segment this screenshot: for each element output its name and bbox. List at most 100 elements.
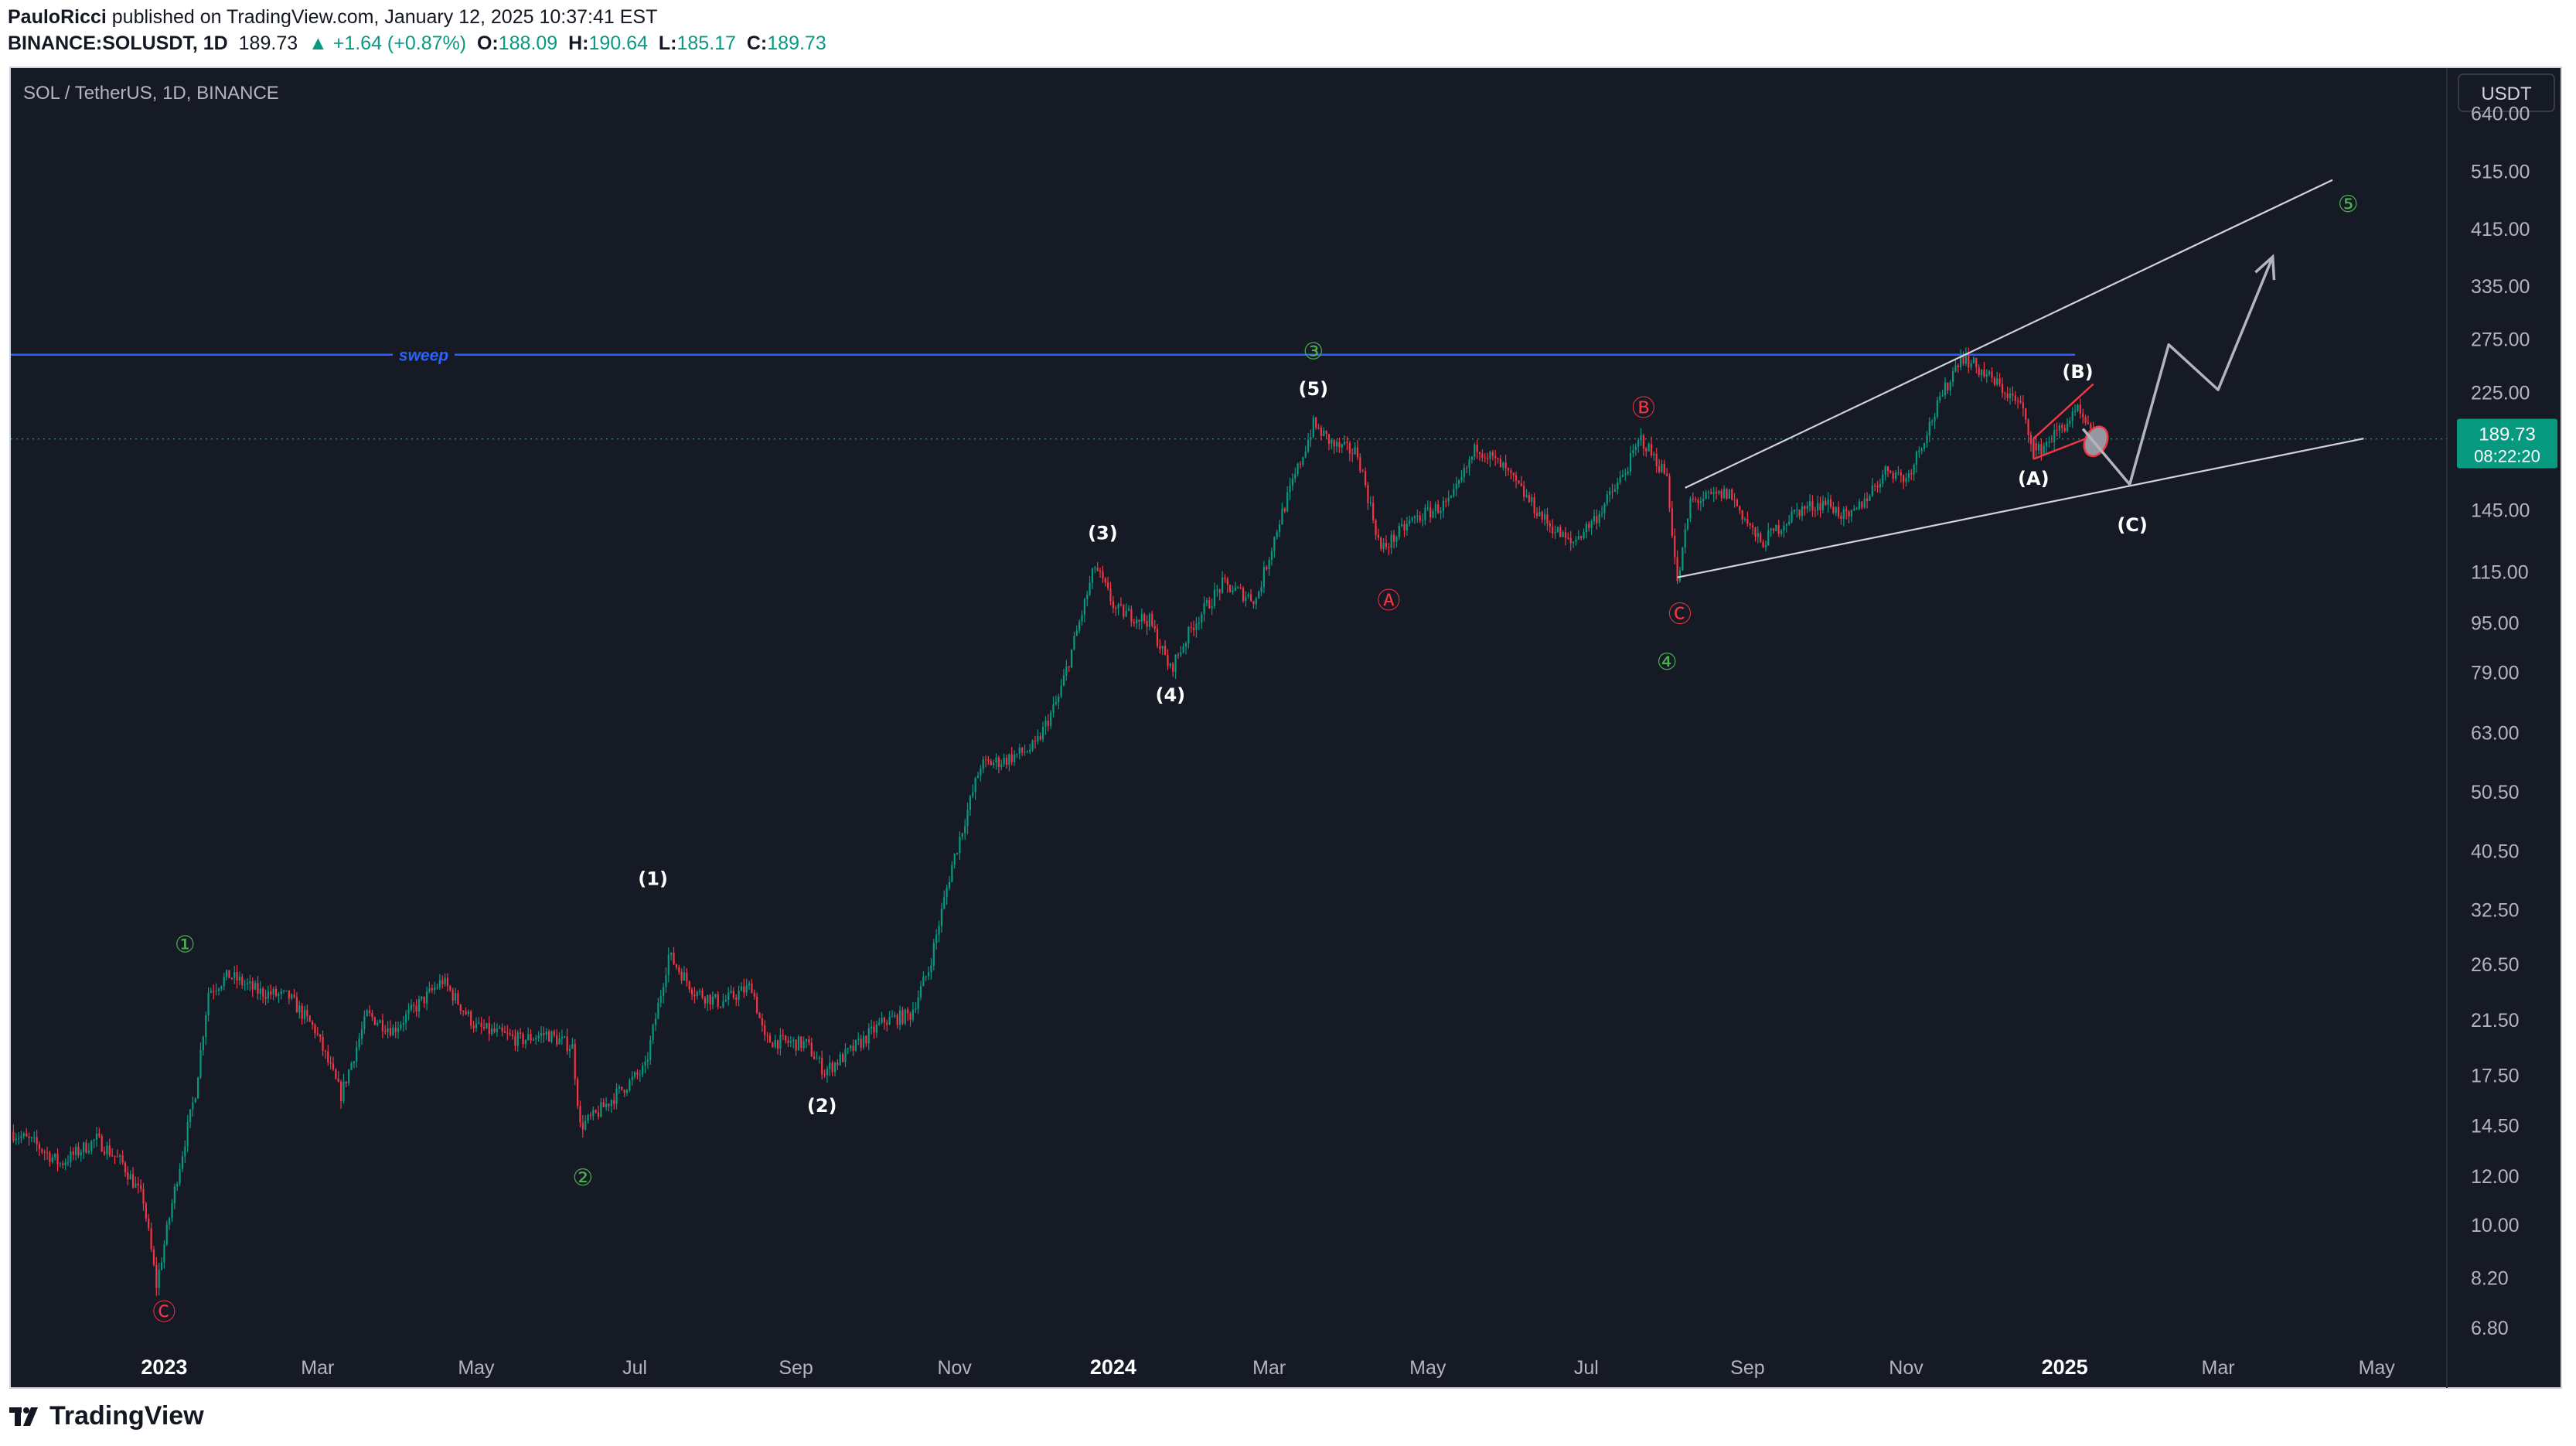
candle-body: [1996, 378, 1998, 385]
candle-body: [1863, 498, 1866, 508]
candle-body: [314, 1025, 316, 1034]
candle-body: [808, 1038, 810, 1043]
candle-body: [1858, 501, 1861, 509]
candle-body: [758, 1012, 761, 1018]
candle-body: [738, 991, 740, 1000]
candle-body: [522, 1033, 524, 1045]
candle-body: [642, 1065, 644, 1075]
candle-body: [1991, 371, 1993, 378]
candle-body: [1775, 525, 1777, 531]
candle-body: [1395, 537, 1398, 542]
candle-body: [1577, 536, 1579, 541]
candle-body: [345, 1081, 347, 1083]
candle-body: [1559, 527, 1562, 537]
candle-body: [1894, 472, 1897, 479]
y-tick-label: 115.00: [2471, 562, 2529, 584]
candle-body: [1484, 457, 1486, 459]
candle-body: [493, 1028, 496, 1032]
candle-body: [987, 759, 990, 762]
candle-body: [1331, 440, 1333, 444]
candle-body: [26, 1133, 28, 1137]
candle-body: [1005, 757, 1008, 765]
chart-title: SOL / TetherUS, 1D, BINANCE: [23, 83, 279, 104]
candle-body: [548, 1031, 550, 1042]
candle-body: [1629, 452, 1632, 472]
candle-body: [2027, 419, 2029, 435]
candle-body: [1086, 595, 1089, 599]
candle-body: [176, 1183, 179, 1187]
candle-body: [1835, 506, 1837, 513]
candle-body: [2056, 430, 2058, 431]
candle-body: [1247, 594, 1249, 597]
candle-body: [1793, 510, 1796, 512]
candle-body: [402, 1023, 404, 1025]
candle-body: [550, 1031, 553, 1042]
y-tick-label: 8.20: [2471, 1267, 2509, 1289]
candle-body: [743, 986, 745, 993]
candle-body: [1663, 463, 1665, 474]
candle-body: [1585, 523, 1587, 533]
candle-body: [873, 1026, 875, 1033]
candle-body: [813, 1056, 816, 1059]
candle-body: [449, 986, 451, 991]
candle-body: [480, 1022, 482, 1027]
candle-body: [1127, 609, 1130, 611]
candle-body: [1174, 654, 1177, 672]
candle-body: [465, 1011, 467, 1015]
candle-body: [1392, 534, 1395, 542]
candle-body: [41, 1149, 43, 1152]
candle-body: [993, 762, 995, 766]
candle-body: [1600, 513, 1603, 514]
candle-body: [776, 1040, 779, 1049]
candle-body: [36, 1137, 38, 1144]
candle-body: [64, 1162, 66, 1165]
candle-body: [59, 1163, 61, 1165]
candle-body: [1453, 489, 1455, 496]
candle-body: [155, 1264, 158, 1288]
candle-body: [501, 1027, 503, 1032]
candle-body: [1507, 468, 1510, 471]
candle-body: [1749, 523, 1751, 526]
candle-body: [574, 1044, 576, 1079]
price-chart[interactable]: SOL / TetherUS, 1D, BINANCE USDT640.00 515…: [0, 0, 2576, 1446]
candle-body: [1944, 382, 1947, 396]
candle-body: [1159, 646, 1161, 650]
tradingview-logo[interactable]: TradingView: [9, 1401, 204, 1431]
candle-body: [2022, 402, 2024, 409]
y-tick-label: 21.50: [2471, 1010, 2520, 1032]
candle-body: [1772, 528, 1775, 531]
candle-body: [2004, 393, 2006, 394]
candle-body: [1226, 578, 1228, 585]
candle-body: [1213, 589, 1216, 606]
candle-body: [1606, 494, 1608, 504]
candle-body: [564, 1036, 566, 1038]
candle-body: [1055, 701, 1057, 704]
candle-body: [772, 1042, 774, 1048]
candle-body: [1783, 525, 1785, 531]
candle-body: [1390, 534, 1392, 548]
candle-body: [1764, 545, 1767, 547]
candle-body: [930, 965, 932, 973]
candle-body: [1115, 608, 1117, 609]
candle-body: [54, 1153, 56, 1158]
candle-body: [1884, 466, 1886, 475]
candle-body: [976, 775, 980, 779]
candle-body: [1972, 357, 1975, 363]
y-tick-label: 14.50: [2471, 1115, 2520, 1137]
candle-body: [1268, 559, 1270, 570]
candle-body: [236, 972, 238, 981]
candle-body: [1083, 599, 1085, 616]
candle-body: [602, 1102, 605, 1107]
candle-body: [2071, 411, 2073, 421]
candle-body: [860, 1038, 862, 1048]
candle-body: [1554, 532, 1556, 534]
candle-body: [1307, 439, 1310, 452]
candle-body: [756, 996, 758, 1013]
candle-body: [1627, 471, 1629, 474]
candle-body: [459, 1004, 462, 1011]
candle-body: [1647, 444, 1650, 452]
candle-body: [116, 1156, 118, 1158]
candle-body: [1107, 582, 1109, 588]
candle-body: [246, 983, 249, 984]
candle-body: [680, 971, 683, 981]
